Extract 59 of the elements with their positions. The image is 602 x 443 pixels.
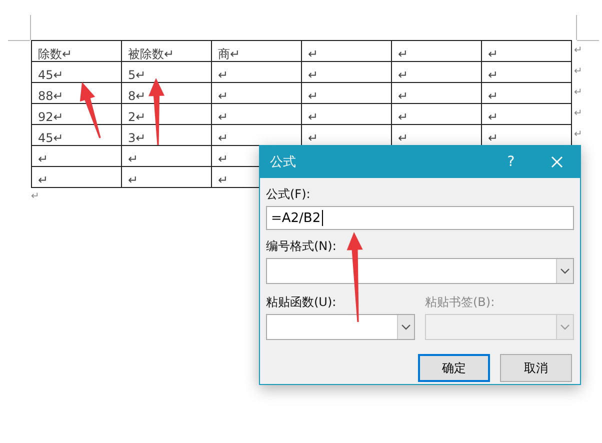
- table-cell: ↵: [38, 173, 48, 187]
- paste-bookmark-dropdown[interactable]: [425, 314, 574, 340]
- table-cell: ↵: [488, 68, 498, 82]
- table-cell: ↵: [398, 47, 408, 61]
- table-cell: ↵: [218, 110, 228, 124]
- table-cell: ↵: [398, 110, 408, 124]
- formula-field[interactable]: =A2/B2: [266, 206, 574, 230]
- ok-button[interactable]: 确定: [418, 354, 490, 382]
- table-cell: 88↵: [38, 89, 64, 103]
- field-label: 粘贴函数(U):: [266, 294, 338, 310]
- table-cell: ↵: [308, 89, 318, 103]
- table-cell: ↵: [128, 173, 138, 187]
- table-cell: ↵: [38, 152, 48, 166]
- table-cell: ↵: [488, 110, 498, 124]
- table-cell: ↵: [308, 68, 318, 82]
- table-cell: ↵: [308, 110, 318, 124]
- table-cell: ↵: [308, 131, 318, 145]
- table-cell: ↵: [218, 152, 228, 166]
- row-end-mark: ↵: [574, 107, 582, 121]
- table-cell: ↵: [488, 89, 498, 103]
- table-cell: ↵: [218, 68, 228, 82]
- cancel-button[interactable]: 取消: [500, 354, 572, 382]
- row-end-mark: ↵: [574, 44, 582, 58]
- table-cell: 8↵: [128, 89, 146, 103]
- table-cell: ↵: [398, 68, 408, 82]
- table-cell: 5↵: [128, 68, 146, 82]
- table-cell: 被除数↵: [128, 47, 174, 61]
- table-cell: 92↵: [38, 110, 64, 124]
- chevron-down-icon: [401, 324, 411, 330]
- row-end-mark: ↵: [574, 86, 582, 100]
- field-label: 编号格式(N):: [266, 238, 338, 254]
- table-cell: ↵: [308, 47, 318, 61]
- table-cell: 45↵: [38, 68, 64, 82]
- annotation-arrow: [80, 82, 101, 138]
- table-cell: ↵: [128, 152, 138, 166]
- table-cell: ↵: [488, 47, 498, 61]
- chevron-down-icon: [560, 324, 570, 330]
- table-cell: 45↵: [38, 131, 64, 145]
- table-cell: 2↵: [128, 110, 146, 124]
- table-cell: ↵: [488, 131, 498, 145]
- table-cell: ↵: [398, 131, 408, 145]
- close-icon: [551, 156, 563, 168]
- table-cell: 商↵: [218, 47, 240, 61]
- table-cell: ↵: [398, 89, 408, 103]
- chevron-down-icon: [560, 268, 570, 274]
- row-end-mark: ↵: [574, 128, 582, 142]
- field-label: 粘贴书签(B):: [425, 294, 496, 310]
- table-cell: ↵: [218, 173, 228, 187]
- paste-function-dropdown[interactable]: [266, 314, 415, 340]
- field-label: 公式(F):: [266, 186, 312, 202]
- table-cell: 除数↵: [38, 47, 72, 61]
- table-cell: 3↵: [128, 131, 146, 145]
- table-cell: ↵: [218, 89, 228, 103]
- annotation-arrow: [148, 78, 164, 145]
- row-end-mark: ↵: [574, 65, 582, 79]
- dialog-title: 公式: [270, 154, 297, 171]
- paragraph-mark: ↵: [31, 191, 40, 202]
- table-cell: ↵: [218, 131, 228, 145]
- number-format-dropdown[interactable]: [266, 258, 574, 284]
